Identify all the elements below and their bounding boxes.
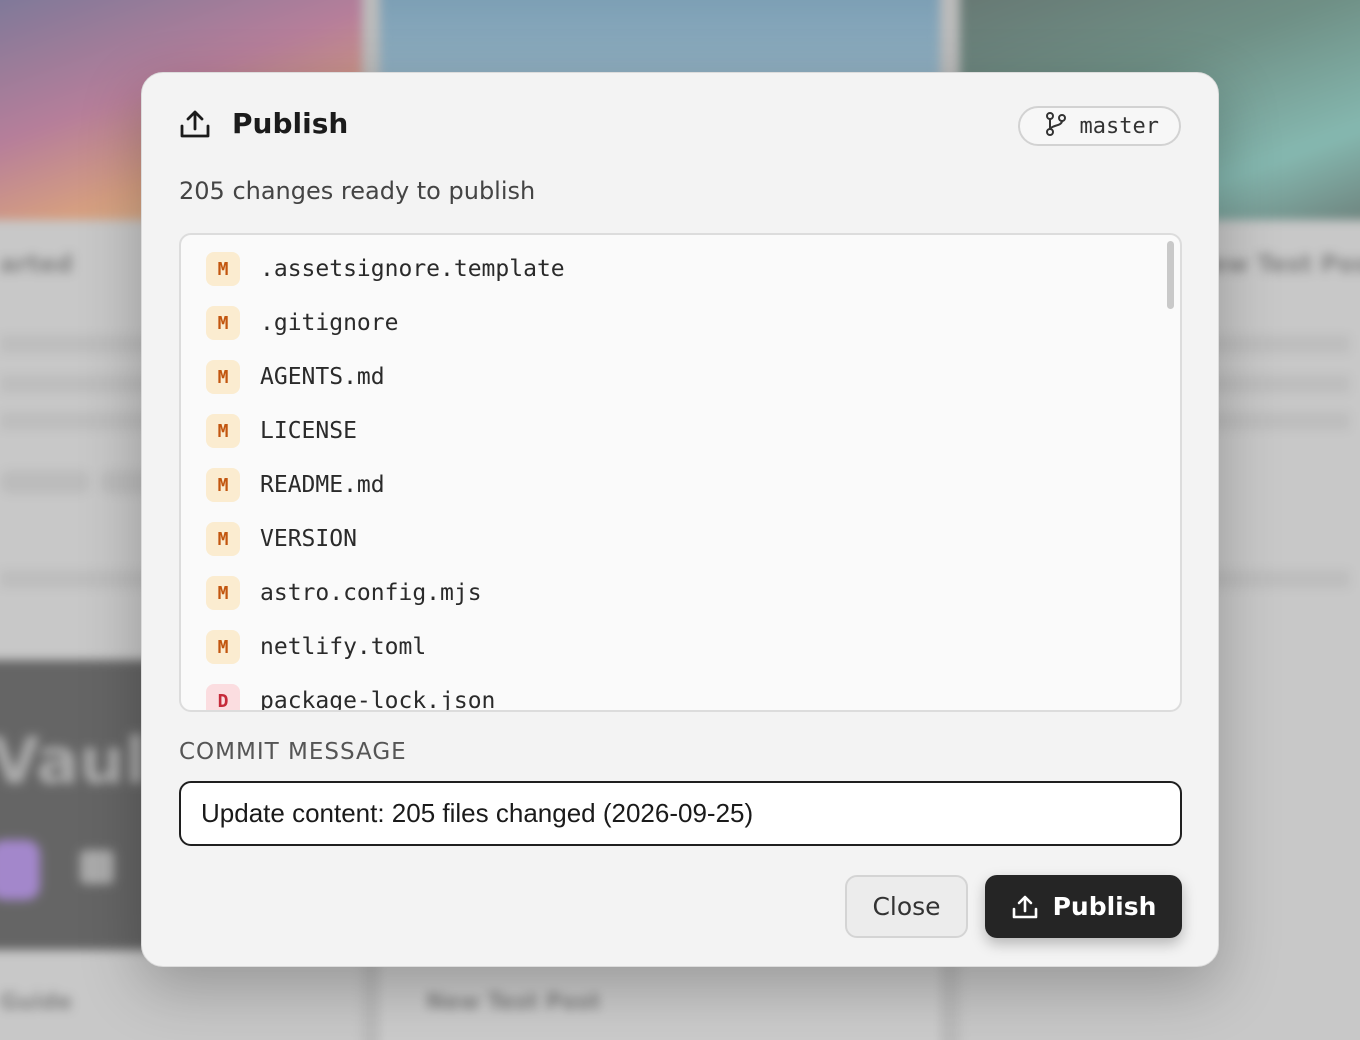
publish-dialog: Publish master 205 changes ready to publ…: [141, 72, 1219, 967]
file-name: LICENSE: [260, 418, 357, 444]
commit-message-label: COMMIT MESSAGE: [179, 739, 407, 765]
status-badge: M: [206, 522, 240, 556]
upload-icon: [179, 109, 211, 139]
file-row[interactable]: M README.md: [206, 466, 385, 504]
file-row[interactable]: M .assetsignore.template: [206, 250, 565, 288]
file-name: .gitignore: [260, 310, 399, 336]
file-name: VERSION: [260, 526, 357, 552]
file-name: AGENTS.md: [260, 364, 385, 390]
dialog-header: Publish: [179, 107, 348, 140]
status-badge: M: [206, 468, 240, 502]
status-badge: M: [206, 630, 240, 664]
status-badge: M: [206, 360, 240, 394]
file-row[interactable]: M netlify.toml: [206, 628, 426, 666]
dialog-title: Publish: [232, 107, 349, 140]
close-button[interactable]: Close: [845, 875, 968, 938]
upload-icon: [1011, 894, 1039, 920]
file-row[interactable]: M VERSION: [206, 520, 357, 558]
file-name: .assetsignore.template: [260, 256, 565, 282]
file-list-scrollbar[interactable]: [1167, 241, 1174, 309]
file-name: astro.config.mjs: [260, 580, 482, 606]
file-row[interactable]: D package-lock.json: [206, 682, 496, 712]
changes-summary: 205 changes ready to publish: [179, 177, 536, 205]
file-row[interactable]: M AGENTS.md: [206, 358, 385, 396]
commit-message-input[interactable]: [179, 781, 1182, 846]
publish-button-label: Publish: [1052, 892, 1157, 921]
file-row[interactable]: M .gitignore: [206, 304, 398, 342]
file-row[interactable]: M astro.config.mjs: [206, 574, 482, 612]
changed-files-list[interactable]: M .assetsignore.template M .gitignore M …: [179, 233, 1182, 712]
file-name: README.md: [260, 472, 385, 498]
file-name: package-lock.json: [260, 688, 496, 712]
file-row[interactable]: M LICENSE: [206, 412, 357, 450]
status-badge: M: [206, 252, 240, 286]
git-branch-icon: [1044, 111, 1068, 141]
branch-badge[interactable]: master: [1017, 106, 1181, 146]
publish-button[interactable]: Publish: [985, 875, 1182, 938]
file-name: netlify.toml: [260, 634, 427, 660]
branch-name: master: [1079, 113, 1159, 139]
status-badge: D: [206, 684, 240, 710]
status-badge: M: [206, 306, 240, 340]
status-badge: M: [206, 576, 240, 610]
status-badge: M: [206, 414, 240, 448]
